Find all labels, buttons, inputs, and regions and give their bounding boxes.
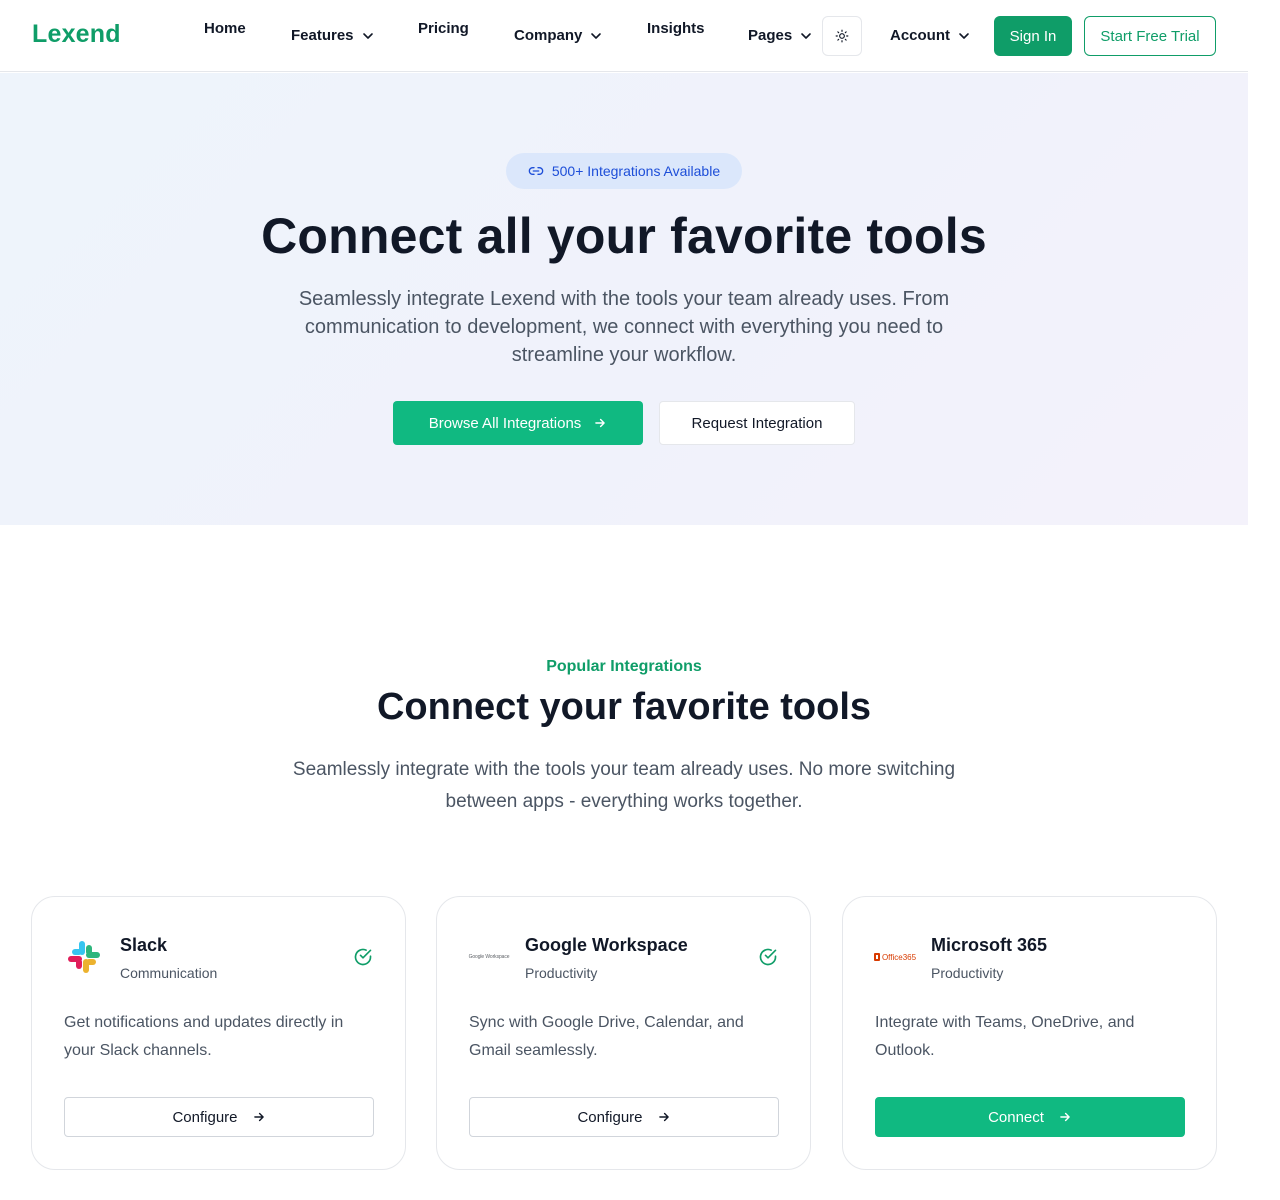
start-free-trial-button[interactable]: Start Free Trial [1084, 16, 1216, 56]
link-icon [528, 167, 544, 175]
card-name: Microsoft 365 [931, 935, 1048, 955]
hero-subtitle: Seamlessly integrate Lexend with the too… [298, 288, 950, 366]
nav-pricing-label: Pricing [418, 20, 469, 37]
nav-features[interactable]: Features [291, 27, 374, 44]
hero-title: Connect all your favorite tools [261, 208, 987, 264]
card-description: Integrate with Teams, OneDrive, and Outl… [875, 1014, 1135, 1059]
theme-toggle-button[interactable] [822, 16, 862, 56]
section-subtitle: Seamlessly integrate with the tools your… [292, 759, 956, 812]
office365-logo-icon: Office365 [873, 937, 917, 977]
card-name: Google Workspace [525, 935, 688, 955]
integrations-badge: 500+ Integrations Available [506, 153, 742, 189]
account-label: Account [890, 27, 950, 44]
nav-home-label: Home [204, 20, 246, 37]
card-button-label: Configure [172, 1108, 238, 1126]
slack-logo-icon [64, 937, 104, 977]
card-name: Slack [120, 935, 168, 955]
connect-microsoft-365-button[interactable]: Connect [875, 1097, 1185, 1137]
account-menu[interactable]: Account [890, 27, 970, 44]
nav-pages[interactable]: Pages [748, 27, 812, 44]
card-button-label: Configure [577, 1108, 643, 1126]
google-workspace-logo-icon: Google Workspace [468, 937, 510, 977]
card-button-label: Connect [988, 1108, 1044, 1126]
card-category: Communication [120, 965, 218, 981]
card-category: Productivity [525, 965, 598, 981]
card-description: Get notifications and updates directly i… [64, 1014, 344, 1059]
section-eyebrow: Popular Integrations [546, 658, 702, 675]
card-category: Productivity [931, 965, 1004, 981]
nav-company[interactable]: Company [514, 27, 602, 44]
arrow-right-icon [253, 1112, 264, 1122]
integration-card-google-workspace: Google Workspace Google Workspace Produc… [436, 896, 811, 1170]
browse-integrations-label: Browse All Integrations [428, 414, 582, 432]
nav-insights-label: Insights [647, 20, 705, 37]
integration-card-slack: Slack Communication Get notifications an… [31, 896, 406, 1170]
top-nav: Lexend Home Features Pricing Company Ins… [0, 0, 1248, 72]
nav-pricing[interactable]: Pricing [418, 20, 469, 37]
chevron-down-icon [591, 32, 602, 39]
request-integration-button[interactable]: Request Integration [659, 401, 855, 445]
section-title: Connect your favorite tools [376, 686, 872, 728]
arrow-right-icon [658, 1112, 669, 1122]
check-circle-icon [354, 948, 372, 966]
nav-pages-label: Pages [748, 27, 793, 44]
integration-card-microsoft-365: Office365 Microsoft 365 Productivity Int… [842, 896, 1217, 1170]
check-circle-icon [759, 948, 777, 966]
configure-google-workspace-button[interactable]: Configure [469, 1097, 779, 1137]
sign-in-button[interactable]: Sign In [994, 16, 1072, 56]
arrow-right-icon [595, 418, 606, 428]
card-description: Sync with Google Drive, Calendar, and Gm… [469, 1014, 744, 1059]
brand-logo[interactable]: Lexend [32, 20, 121, 49]
browse-integrations-button[interactable]: Browse All Integrations [393, 401, 643, 445]
arrow-right-icon [1060, 1112, 1070, 1122]
badge-text: 500+ Integrations Available [551, 163, 721, 179]
office-square-icon [873, 953, 880, 961]
nav-home[interactable]: Home [204, 20, 246, 37]
google-workspace-logo-text: Google Workspace [468, 954, 510, 960]
office365-logo-text: Office365 [881, 952, 917, 962]
chevron-down-icon [801, 32, 812, 39]
configure-slack-button[interactable]: Configure [64, 1097, 374, 1137]
hero-section: 500+ Integrations Available Connect all … [0, 73, 1248, 525]
chevron-down-icon [362, 32, 373, 39]
sun-icon [835, 29, 849, 43]
nav-insights[interactable]: Insights [647, 20, 705, 37]
chevron-down-icon [959, 32, 969, 39]
nav-features-label: Features [291, 27, 354, 44]
nav-company-label: Company [514, 27, 583, 44]
